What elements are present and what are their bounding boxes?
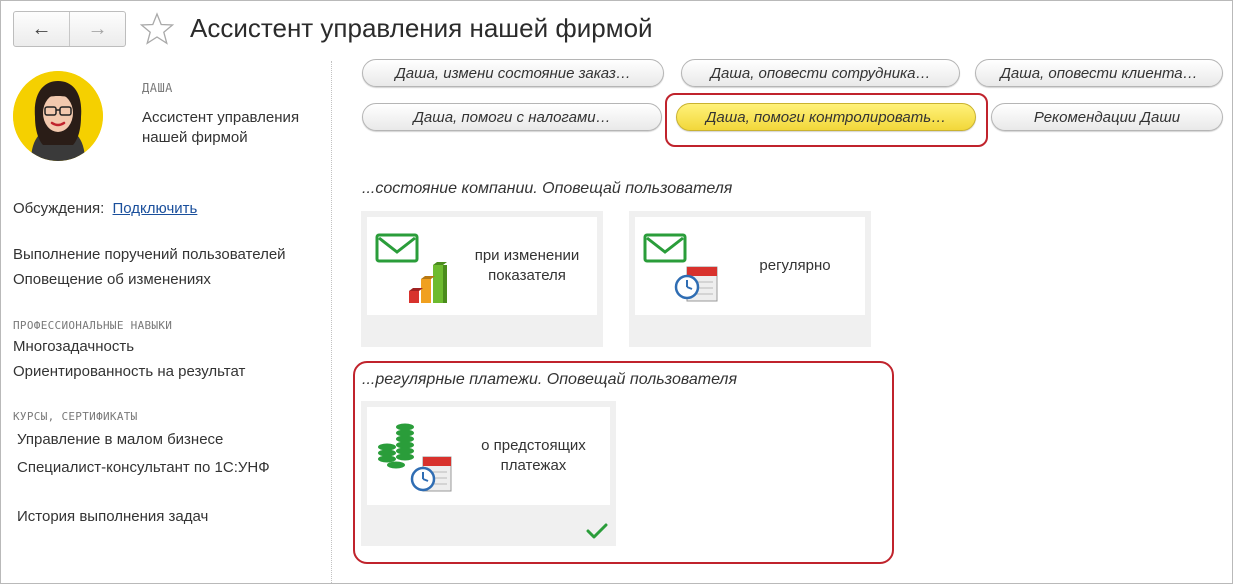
discussions-label: Обсуждения: — [13, 200, 105, 217]
checkmark-icon — [586, 523, 608, 539]
task-history-link[interactable]: История выполнения задач — [17, 508, 208, 525]
window: ← → Ассистент управления нашей фирмой ДА… — [0, 0, 1233, 584]
tile-indicator-change[interactable]: при изменении показателя — [361, 211, 603, 347]
email-chart-icon — [375, 233, 447, 303]
skill-item: Многозадачность — [13, 338, 135, 355]
notify-employee-button[interactable]: Даша, оповести сотрудника… — [681, 59, 960, 87]
help-control-button[interactable]: Даша, помоги контролировать… — [676, 103, 976, 131]
skill-item: Ориентированность на результат — [13, 363, 246, 380]
navigation-buttons: ← → — [13, 11, 126, 47]
tile-regularly[interactable]: регулярно — [629, 211, 871, 347]
course-item: Управление в малом бизнесе — [17, 431, 224, 448]
duty-item: Выполнение поручений пользователей — [13, 246, 286, 263]
skills-heading: ПРОФЕССИОНАЛЬНЫЕ НАВЫКИ — [13, 319, 173, 332]
notify-client-button[interactable]: Даша, оповести клиента… — [975, 59, 1223, 87]
change-order-status-button[interactable]: Даша, измени состояние заказ… — [362, 59, 664, 87]
group-title-company-state: ...состояние компании. Оповещай пользова… — [362, 180, 733, 197]
panel-divider — [331, 61, 332, 583]
email-calendar-icon — [643, 233, 718, 302]
connect-discussions-link[interactable]: Подключить — [113, 200, 198, 217]
course-item: Специалист-консультант по 1С:УНФ — [17, 459, 270, 476]
arrow-left-icon: ← — [31, 17, 52, 40]
page-title: Ассистент управления нашей фирмой — [190, 13, 653, 43]
courses-heading: КУРСЫ, СЕРТИФИКАТЫ — [13, 410, 138, 423]
assistant-role: Ассистент управления нашей фирмой — [142, 109, 300, 146]
tile-upcoming-payments[interactable]: о предстоящих платежах — [361, 401, 616, 546]
group-title-regular-payments: ...регулярные платежи. Оповещай пользова… — [362, 371, 737, 388]
help-with-taxes-button[interactable]: Даша, помоги с налогами… — [362, 103, 662, 131]
tile-label: о предстоящих платежах — [481, 437, 586, 474]
discussions-row: Обсуждения: Подключить — [13, 200, 197, 217]
forward-button[interactable]: → — [69, 12, 125, 46]
tile-label: регулярно — [759, 257, 831, 274]
favorite-star-icon[interactable] — [139, 11, 175, 47]
dasha-recommendations-button[interactable]: Рекомендации Даши — [991, 103, 1223, 131]
assistant-name: ДАША — [142, 81, 173, 95]
assistant-avatar — [13, 71, 103, 161]
back-button[interactable]: ← — [14, 12, 69, 46]
assistant-portrait-icon — [13, 71, 103, 161]
arrow-right-icon: → — [87, 17, 108, 40]
duty-item: Оповещение об изменениях — [13, 271, 211, 288]
coins-calendar-icon — [378, 423, 452, 492]
tile-label: при изменении показателя — [474, 247, 580, 284]
